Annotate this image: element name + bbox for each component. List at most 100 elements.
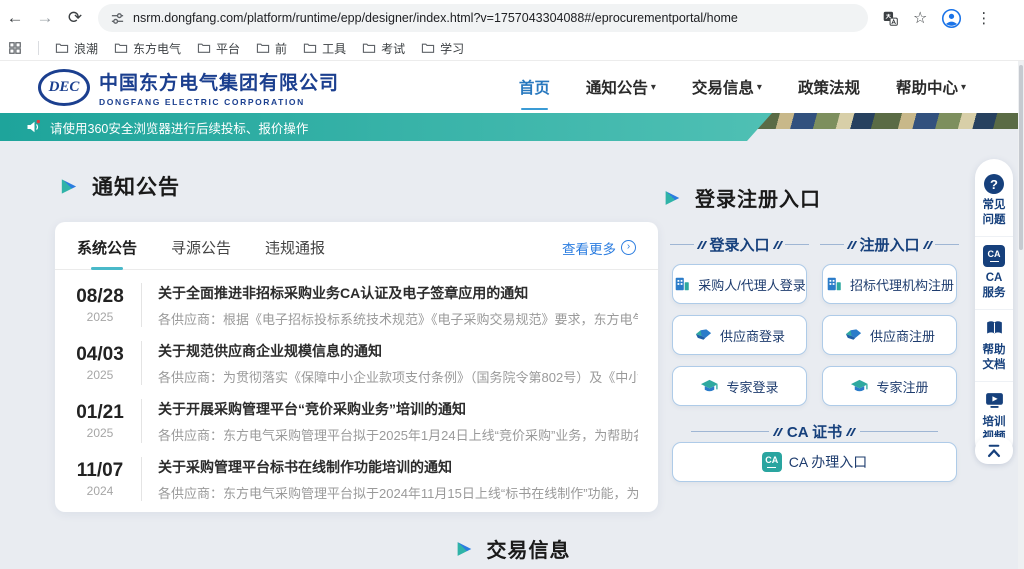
notice-title[interactable]: 关于开展采购管理平台“竞价采购业务”培训的通知 bbox=[158, 399, 638, 419]
chevron-down-icon: ▾ bbox=[757, 82, 762, 93]
tab-system-notices[interactable]: 系统公告 bbox=[77, 237, 137, 258]
button-label: CA 办理入口 bbox=[789, 452, 868, 472]
bookmark-folder-front[interactable]: 前 bbox=[256, 40, 287, 57]
agency-register-button[interactable]: 招标代理机构注册 bbox=[822, 264, 957, 304]
divider bbox=[785, 244, 809, 245]
button-label: 供应商注册 bbox=[870, 326, 935, 345]
company-name: 中国东方电气集团有限公司 bbox=[99, 68, 339, 95]
notice-date-md: 01/21 bbox=[69, 402, 131, 424]
divider bbox=[935, 244, 959, 245]
translate-icon[interactable] bbox=[882, 10, 899, 27]
tab-violation-reports[interactable]: 违规通报 bbox=[265, 237, 325, 258]
tab-sourcing-notices[interactable]: 寻源公告 bbox=[171, 237, 231, 258]
company-logo[interactable]: DEC 中国东方电气集团有限公司 DONGFANG ELECTRIC CORPO… bbox=[38, 68, 339, 107]
back-icon[interactable]: ← bbox=[0, 8, 30, 28]
building-icon bbox=[825, 275, 843, 293]
notice-summary: 各供应商：东方电气采购管理平台拟于2024年11月15日上线“标书在线制作”功能… bbox=[158, 483, 638, 502]
ca-badge-text: CA bbox=[765, 456, 778, 465]
nav-policies[interactable]: 政策法规 bbox=[798, 76, 860, 98]
floating-help-toolbar: ? 常见问题 CA CA服务 帮助文档 培训视频 bbox=[975, 159, 1013, 460]
notices-section-title: 通知公告 bbox=[58, 171, 180, 201]
bookmark-folder-tools[interactable]: 工具 bbox=[303, 40, 346, 57]
button-label: 招标代理机构注册 bbox=[850, 275, 954, 294]
view-more-label: 查看更多 bbox=[562, 238, 616, 258]
nav-help-center[interactable]: 帮助中心 ▾ bbox=[896, 76, 966, 98]
speaker-icon bbox=[26, 119, 42, 135]
nav-label: 首页 bbox=[519, 76, 550, 98]
graduation-cap-icon bbox=[850, 377, 869, 396]
chevron-right-icon: › bbox=[621, 240, 636, 255]
bookmark-folder-platform[interactable]: 平台 bbox=[197, 40, 240, 57]
url-bar[interactable]: nsrm.dongfang.com/platform/runtime/epp/d… bbox=[98, 4, 868, 32]
faq-label: 常见问题 bbox=[981, 198, 1007, 228]
apps-grid-icon[interactable] bbox=[8, 41, 22, 55]
notice-list-item[interactable]: 04/03 2025 关于规范供应商企业规模信息的通知 各供应商：为贯彻落实《保… bbox=[55, 334, 658, 392]
reload-icon[interactable]: ⟳ bbox=[60, 8, 90, 28]
chevron-down-icon: ▾ bbox=[961, 82, 966, 93]
browser-notice-banner: 请使用360安全浏览器进行后续投标、报价操作 bbox=[0, 113, 772, 141]
section-arrow-icon bbox=[58, 176, 79, 197]
folder-icon bbox=[303, 42, 317, 54]
view-more-link[interactable]: 查看更多 › bbox=[562, 238, 636, 258]
handshake-icon bbox=[694, 326, 713, 345]
login-section-title: 登录注册入口 bbox=[662, 183, 821, 212]
notice-summary: 各供应商：为贯彻落实《保障中小企业款项支付条例》（国务院令第802号）及《中小企… bbox=[158, 367, 638, 386]
bookmark-folder-exam[interactable]: 考试 bbox=[362, 40, 405, 57]
register-group-label: 注册入口 bbox=[859, 234, 919, 255]
notice-title[interactable]: 关于规范供应商企业规模信息的通知 bbox=[158, 341, 638, 361]
building-icon bbox=[673, 275, 691, 293]
folder-icon bbox=[114, 42, 128, 54]
button-label: 专家注册 bbox=[876, 377, 928, 396]
nav-home[interactable]: 首页 bbox=[519, 76, 550, 98]
expert-register-button[interactable]: 专家注册 bbox=[822, 366, 957, 406]
scrollbar-track[interactable] bbox=[1018, 61, 1024, 569]
notice-list-item[interactable]: 11/07 2024 关于采购管理平台标书在线制作功能培训的通知 各供应商：东方… bbox=[55, 450, 658, 508]
divider bbox=[820, 244, 844, 245]
profile-avatar-icon[interactable] bbox=[941, 8, 962, 29]
faq-item[interactable]: ? 常见问题 bbox=[975, 170, 1013, 236]
notice-date-year: 2025 bbox=[69, 310, 131, 324]
scrollbar-thumb[interactable] bbox=[1019, 65, 1023, 250]
divider bbox=[141, 399, 142, 443]
notice-list-item[interactable]: 08/28 2025 关于全面推进非招标采购业务CA认证及电子签章应用的通知 各… bbox=[55, 276, 658, 334]
main-nav: 首页 通知公告 ▾ 交易信息 ▾ 政策法规 帮助中心 ▾ bbox=[519, 61, 966, 113]
bookmark-folder-dongfang[interactable]: 东方电气 bbox=[114, 40, 181, 57]
company-name-en: DONGFANG ELECTRIC CORPORATION bbox=[99, 97, 339, 107]
decor-slashes bbox=[922, 241, 932, 249]
expert-login-button[interactable]: 专家登录 bbox=[672, 366, 807, 406]
decor-slashes bbox=[773, 428, 783, 436]
help-docs-item[interactable]: 帮助文档 bbox=[975, 309, 1013, 381]
divider bbox=[860, 431, 938, 432]
ca-service-item[interactable]: CA CA服务 bbox=[975, 236, 1013, 309]
nav-notices[interactable]: 通知公告 ▾ bbox=[586, 76, 656, 98]
supplier-register-button[interactable]: 供应商注册 bbox=[822, 315, 957, 355]
folder-icon bbox=[197, 42, 211, 54]
notice-date-md: 08/28 bbox=[69, 286, 131, 308]
forward-icon[interactable]: → bbox=[30, 8, 60, 28]
bookmark-star-icon[interactable]: ☆ bbox=[913, 8, 927, 28]
supplier-login-button[interactable]: 供应商登录 bbox=[672, 315, 807, 355]
button-label: 供应商登录 bbox=[720, 326, 785, 345]
notices-tabs: 系统公告 寻源公告 违规通报 查看更多 › bbox=[55, 222, 658, 270]
button-label: 专家登录 bbox=[726, 377, 778, 396]
browser-menu-icon[interactable]: ⋮ bbox=[976, 9, 991, 27]
nav-trade-info[interactable]: 交易信息 ▾ bbox=[692, 76, 762, 98]
ca-group-label: CA 证书 bbox=[787, 421, 842, 442]
bookmark-label: 考试 bbox=[381, 40, 405, 57]
ca-apply-button[interactable]: CA CA 办理入口 bbox=[672, 442, 957, 482]
url-text[interactable]: nsrm.dongfang.com/platform/runtime/epp/d… bbox=[133, 11, 738, 25]
decor-slashes bbox=[772, 241, 782, 249]
ca-badge-text: CA bbox=[988, 250, 1001, 259]
notice-title[interactable]: 关于全面推进非招标采购业务CA认证及电子签章应用的通知 bbox=[158, 283, 638, 303]
notice-list-item[interactable]: 01/21 2025 关于开展采购管理平台“竞价采购业务”培训的通知 各供应商：… bbox=[55, 392, 658, 450]
site-settings-icon[interactable] bbox=[110, 11, 125, 26]
notice-banner-text: 请使用360安全浏览器进行后续投标、报价操作 bbox=[50, 118, 308, 137]
browser-toolbar: ← → ⟳ nsrm.dongfang.com/platform/runtime… bbox=[0, 0, 1024, 36]
back-to-top-button[interactable] bbox=[975, 437, 1013, 464]
purchaser-agent-login-button[interactable]: 采购人/代理人登录 bbox=[672, 264, 807, 304]
decor-slashes bbox=[847, 241, 857, 249]
bookmark-folder-study[interactable]: 学习 bbox=[421, 40, 464, 57]
bookmark-folder-langchao[interactable]: 浪潮 bbox=[55, 40, 98, 57]
notice-title[interactable]: 关于采购管理平台标书在线制作功能培训的通知 bbox=[158, 457, 638, 477]
bookmark-label: 前 bbox=[275, 40, 287, 57]
